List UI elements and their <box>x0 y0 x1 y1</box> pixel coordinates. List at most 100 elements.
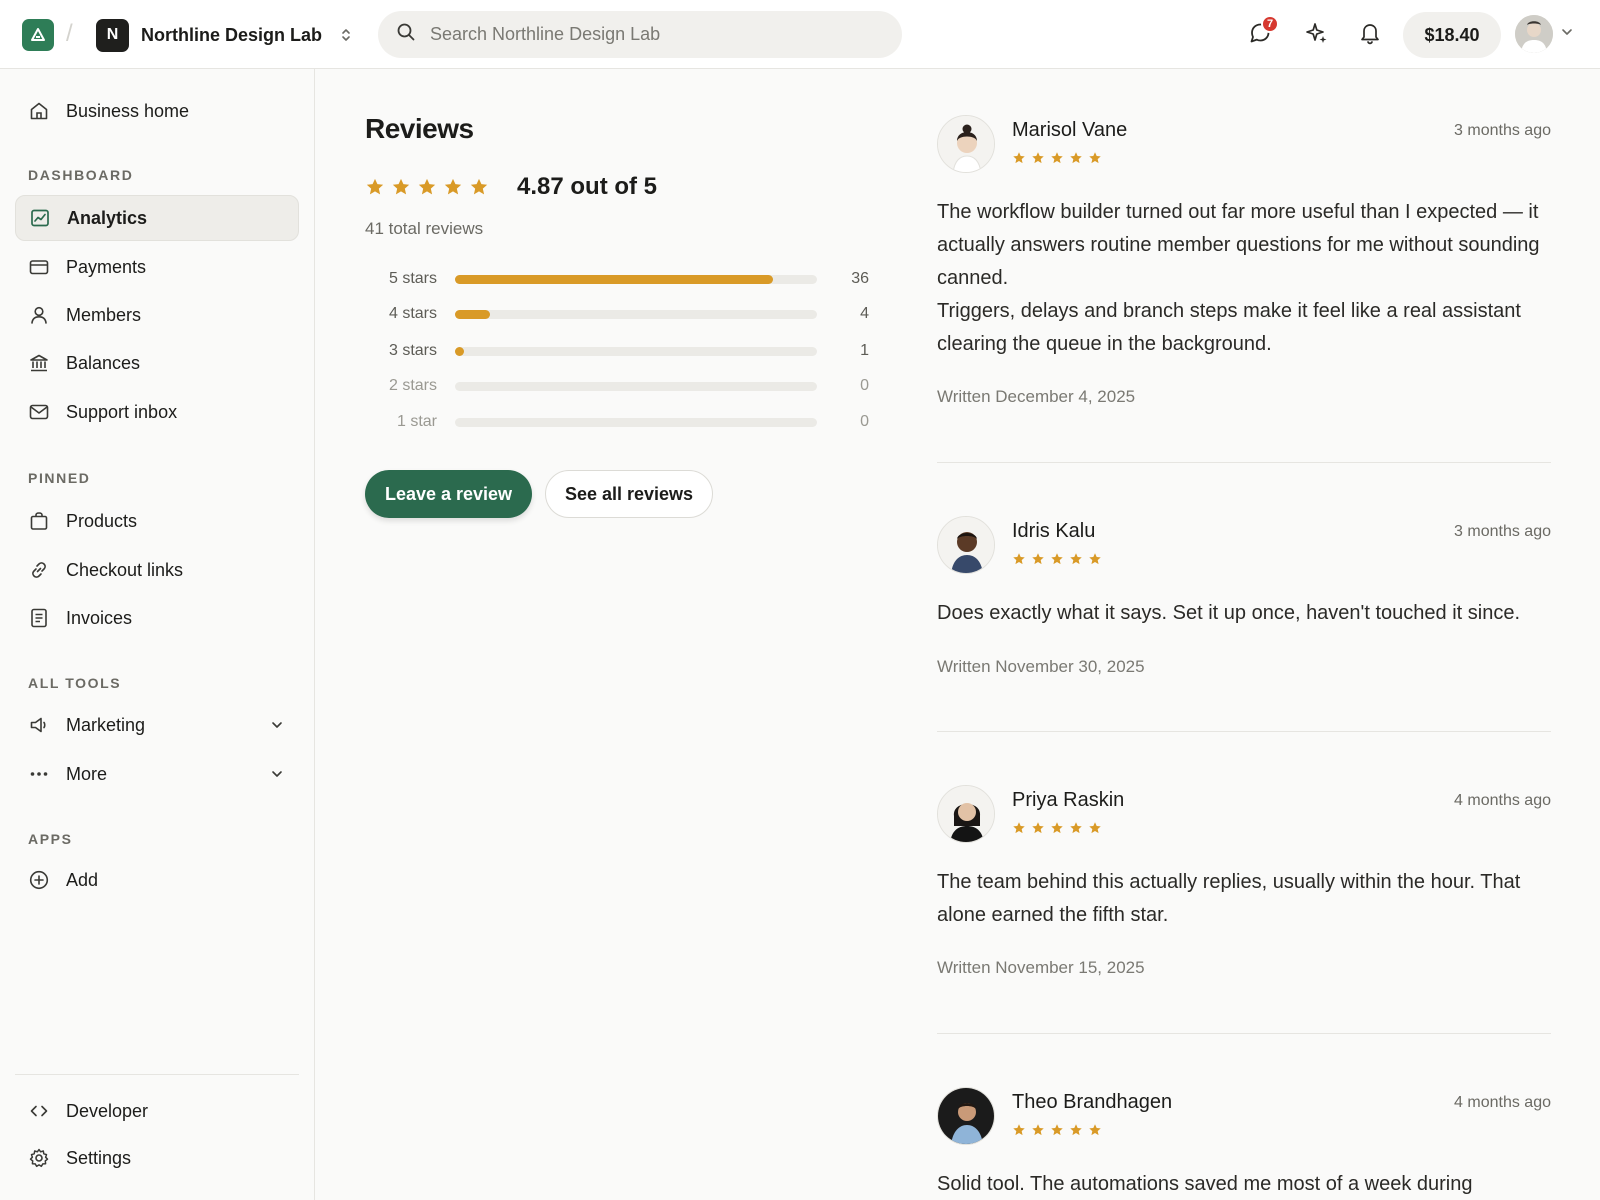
rating-label: 2 stars <box>388 377 437 394</box>
megaphone-icon <box>28 714 50 736</box>
sidebar-item-label: Business home <box>66 100 190 121</box>
sidebar-item-label: Developer <box>66 1100 149 1121</box>
review-written-date: Written November 30, 2025 <box>937 657 1145 676</box>
star-icon <box>1070 822 1082 834</box>
star-icon <box>1013 553 1025 565</box>
chevron-up-down-icon <box>340 27 352 43</box>
sidebar-divider <box>15 1074 299 1075</box>
average-rating-stars <box>365 177 489 197</box>
star-icon <box>1051 1124 1063 1136</box>
link-icon <box>28 559 50 581</box>
star-icon <box>470 178 488 195</box>
search-icon <box>396 22 416 47</box>
review-written-date: Written November 15, 2025 <box>937 958 1145 977</box>
sidebar-item-marketing[interactable]: Marketing <box>15 702 299 748</box>
rating-bar-track <box>455 418 817 427</box>
chevron-down-icon <box>270 716 284 737</box>
rating-count: 0 <box>860 377 869 394</box>
star-icon <box>392 178 410 195</box>
sidebar-item-invoices[interactable]: Invoices <box>15 595 299 641</box>
bag-icon <box>28 510 50 532</box>
sparkle-button[interactable] <box>1300 18 1334 52</box>
review-divider <box>937 731 1551 732</box>
search-input[interactable] <box>430 24 870 45</box>
star-icon <box>1032 553 1044 565</box>
reviewer-name: Idris Kalu <box>1012 520 1096 542</box>
rating-distribution-row: 4 stars 4 <box>365 304 869 326</box>
rating-count: 0 <box>860 413 869 430</box>
sidebar-item-analytics[interactable]: Analytics <box>15 195 299 241</box>
sidebar-item-checkout-links[interactable]: Checkout links <box>15 547 299 593</box>
search-bar <box>378 11 902 58</box>
rating-bar-fill <box>455 310 491 319</box>
leave-review-button[interactable]: Leave a review <box>365 470 532 518</box>
section-label-all-tools: ALL TOOLS <box>28 675 122 691</box>
review-body: The workflow builder turned out far more… <box>937 196 1549 361</box>
sidebar-item-support-inbox[interactable]: Support inbox <box>15 389 299 435</box>
rating-bar-track <box>455 310 817 319</box>
app-logo[interactable] <box>22 19 54 51</box>
star-icon <box>1089 553 1101 565</box>
notifications-button[interactable] <box>1353 18 1387 52</box>
review-rating-stars <box>1012 552 1102 566</box>
reviewer-avatar <box>937 516 995 574</box>
star-icon <box>1089 1124 1101 1136</box>
sidebar-item-business-home[interactable]: Business home <box>15 88 299 134</box>
sidebar-item-label: Settings <box>66 1147 132 1168</box>
sidebar-item-label: Members <box>66 304 142 325</box>
section-label-pinned: PINNED <box>28 470 91 486</box>
card-icon <box>28 256 50 278</box>
rating-bar-track <box>455 275 817 284</box>
review-rating-stars <box>1012 151 1102 165</box>
rating-distribution-row: 1 star 0 <box>365 412 869 434</box>
sidebar-item-label: Balances <box>66 352 141 373</box>
breadcrumb-separator: / <box>66 20 73 47</box>
star-icon <box>1070 1124 1082 1136</box>
rating-distribution-row: 2 stars 0 <box>365 376 869 398</box>
rating-label: 4 stars <box>388 305 437 322</box>
sidebar-item-add-app[interactable]: Add <box>15 857 299 903</box>
rating-label: 1 star <box>396 413 437 430</box>
rating-count: 36 <box>851 270 869 287</box>
star-icon <box>1013 822 1025 834</box>
sidebar-item-label: Add <box>66 869 99 890</box>
see-all-reviews-button[interactable]: See all reviews <box>545 470 713 518</box>
sidebar-item-developer[interactable]: Developer <box>15 1088 299 1134</box>
sidebar-item-more[interactable]: More <box>15 751 299 797</box>
sidebar-item-label: Payments <box>66 256 147 277</box>
star-icon <box>1032 152 1044 164</box>
code-icon <box>28 1100 50 1122</box>
sidebar-item-members[interactable]: Members <box>15 292 299 338</box>
sidebar-item-settings[interactable]: Settings <box>15 1135 299 1181</box>
review-paragraph: Does exactly what it says. Set it up onc… <box>937 602 1521 624</box>
star-icon <box>366 178 384 195</box>
rating-label: 3 stars <box>388 342 437 359</box>
gear-icon <box>28 1147 50 1169</box>
org-switcher[interactable]: N Northline Design Lab <box>96 18 352 52</box>
sidebar-item-payments[interactable]: Payments <box>15 244 299 290</box>
rating-bar-fill <box>455 275 773 284</box>
sidebar-item-label: Marketing <box>66 714 146 735</box>
page-title: Reviews <box>365 113 474 144</box>
section-label-apps: APPS <box>28 831 73 847</box>
section-label-dashboard: DASHBOARD <box>28 167 134 183</box>
review-paragraph: Solid tool. The automations saved me mos… <box>937 1173 1473 1195</box>
rating-label: 5 stars <box>388 270 437 287</box>
rating-bar-track <box>455 347 817 356</box>
star-icon <box>1051 822 1063 834</box>
reviewer-name: Theo Brandhagen <box>1012 1091 1173 1113</box>
review-card: Marisol Vane 3 months ago The workflow b… <box>937 115 1551 415</box>
rating-count: 1 <box>860 342 869 359</box>
balance-button[interactable]: $18.40 <box>1403 12 1501 58</box>
sidebar-item-label: Analytics <box>67 207 148 228</box>
sidebar: Business home DASHBOARD Analytics Paymen… <box>0 69 315 1200</box>
review-written-date: Written December 4, 2025 <box>937 387 1136 406</box>
sidebar-item-products[interactable]: Products <box>15 498 299 544</box>
chat-button[interactable]: 7 <box>1243 15 1279 52</box>
star-icon <box>444 178 462 195</box>
user-menu[interactable] <box>1515 15 1573 53</box>
star-icon <box>1070 152 1082 164</box>
star-icon <box>1089 152 1101 164</box>
sidebar-item-balances[interactable]: Balances <box>15 340 299 386</box>
rating-bar-track <box>455 382 817 391</box>
